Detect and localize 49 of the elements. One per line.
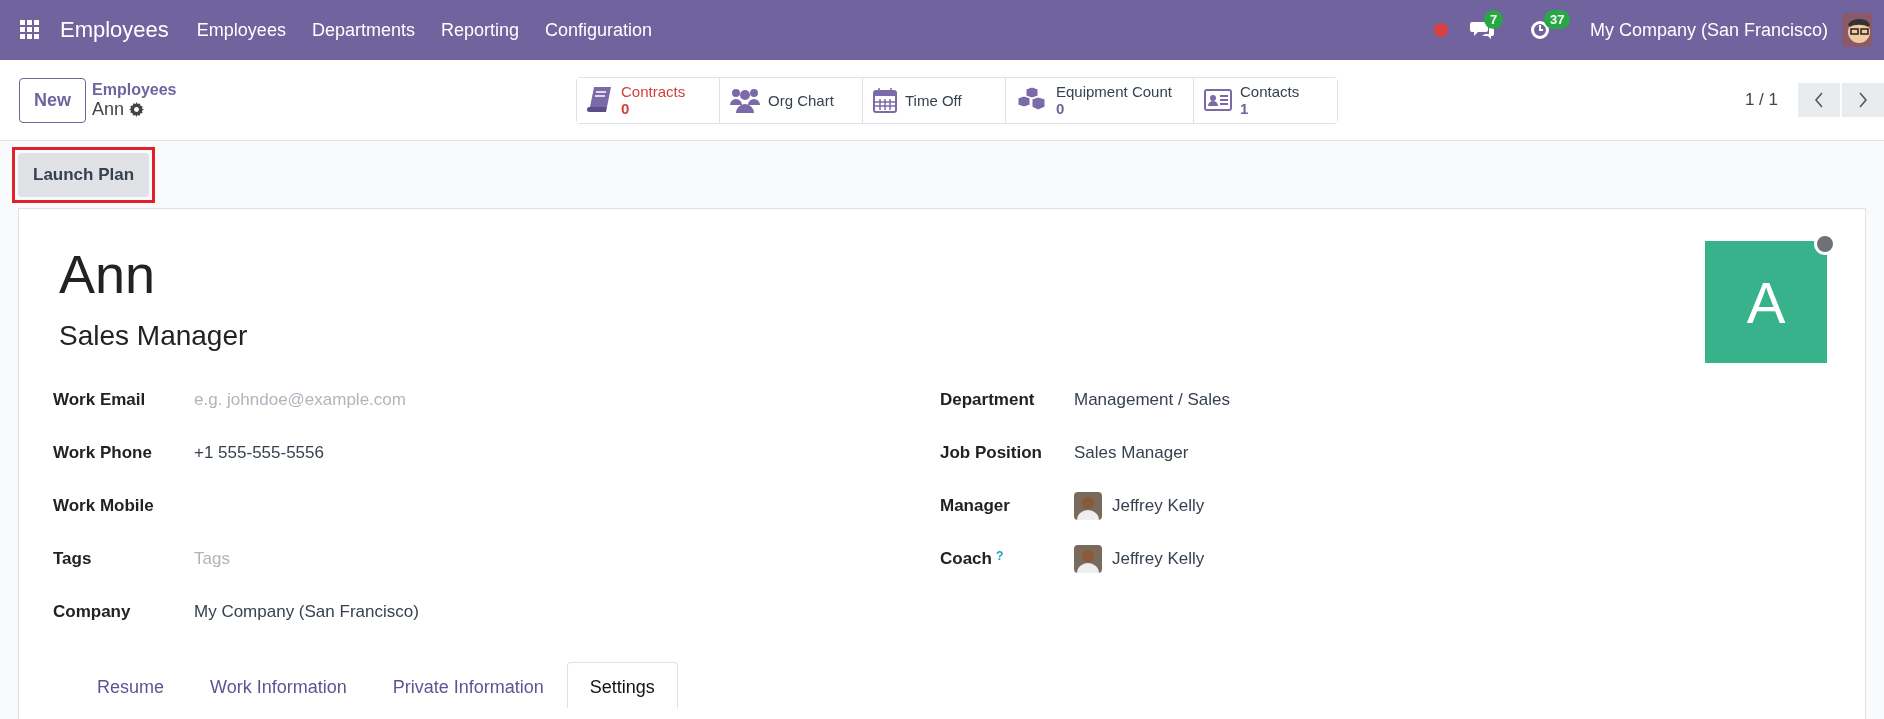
- field-label: Work Mobile: [53, 495, 155, 516]
- field-label: Company: [53, 601, 132, 622]
- person-photo: [1074, 491, 1102, 520]
- menu-item[interactable]: Configuration: [545, 19, 653, 41]
- field-value[interactable]: Sales Manager: [1074, 442, 1189, 463]
- breadcrumb-link[interactable]: Employees: [92, 80, 177, 99]
- tab[interactable]: Settings: [566, 662, 678, 708]
- boxes-icon: [1016, 87, 1048, 113]
- record-dot-icon[interactable]: [1433, 23, 1448, 37]
- field-label: Coach: [940, 548, 992, 569]
- new-button[interactable]: New: [19, 77, 86, 123]
- smart-button[interactable]: Contracts 0: [577, 77, 720, 123]
- field-label: Tags: [53, 548, 93, 569]
- gear-icon[interactable]: [129, 101, 145, 117]
- app-grid-icon[interactable]: [20, 20, 40, 40]
- message-count-badge: 7: [1483, 10, 1504, 29]
- activity-count-badge: 37: [1543, 10, 1571, 29]
- record-name: Ann: [92, 98, 125, 120]
- chevron-right-icon: [1858, 92, 1868, 108]
- clock-icon[interactable]: [1529, 20, 1550, 40]
- menu-item[interactable]: Departments: [311, 19, 415, 41]
- field-value[interactable]: Jeffrey Kelly: [1112, 548, 1205, 569]
- field-label: Work Phone: [53, 442, 153, 463]
- field-value[interactable]: +1 555-555-5556: [194, 442, 324, 463]
- employee-name[interactable]: Ann: [59, 242, 248, 306]
- field-label: Department: [940, 389, 1035, 410]
- book-icon: [587, 86, 613, 114]
- field-label: Work Email: [53, 389, 147, 410]
- field-value[interactable]: My Company (San Francisco): [194, 601, 419, 622]
- calendar-icon: [873, 87, 897, 113]
- person-photo: [1074, 544, 1102, 573]
- field-value[interactable]: Management / Sales: [1074, 389, 1230, 410]
- tab[interactable]: Work Information: [187, 662, 370, 708]
- field-label: Manager: [940, 495, 1010, 516]
- app-name[interactable]: Employees: [60, 17, 169, 43]
- pager-value: 1 / 1: [1744, 90, 1778, 110]
- menu-item[interactable]: Employees: [196, 19, 286, 41]
- launch-plan-button[interactable]: Launch Plan: [18, 152, 150, 197]
- contact-card-icon: [1204, 89, 1232, 111]
- group-icon: [730, 87, 760, 113]
- tab[interactable]: Private Information: [369, 662, 567, 708]
- menu-item[interactable]: Reporting: [440, 19, 519, 41]
- company-switcher[interactable]: My Company (San Francisco): [1589, 19, 1828, 41]
- field-label: Job Position: [940, 442, 1042, 463]
- tab[interactable]: Resume: [74, 662, 188, 708]
- field-value[interactable]: Jeffrey Kelly: [1112, 495, 1205, 516]
- user-avatar-icon[interactable]: [1842, 13, 1872, 47]
- chevron-left-icon: [1814, 92, 1824, 108]
- job-title[interactable]: Sales Manager: [59, 320, 248, 352]
